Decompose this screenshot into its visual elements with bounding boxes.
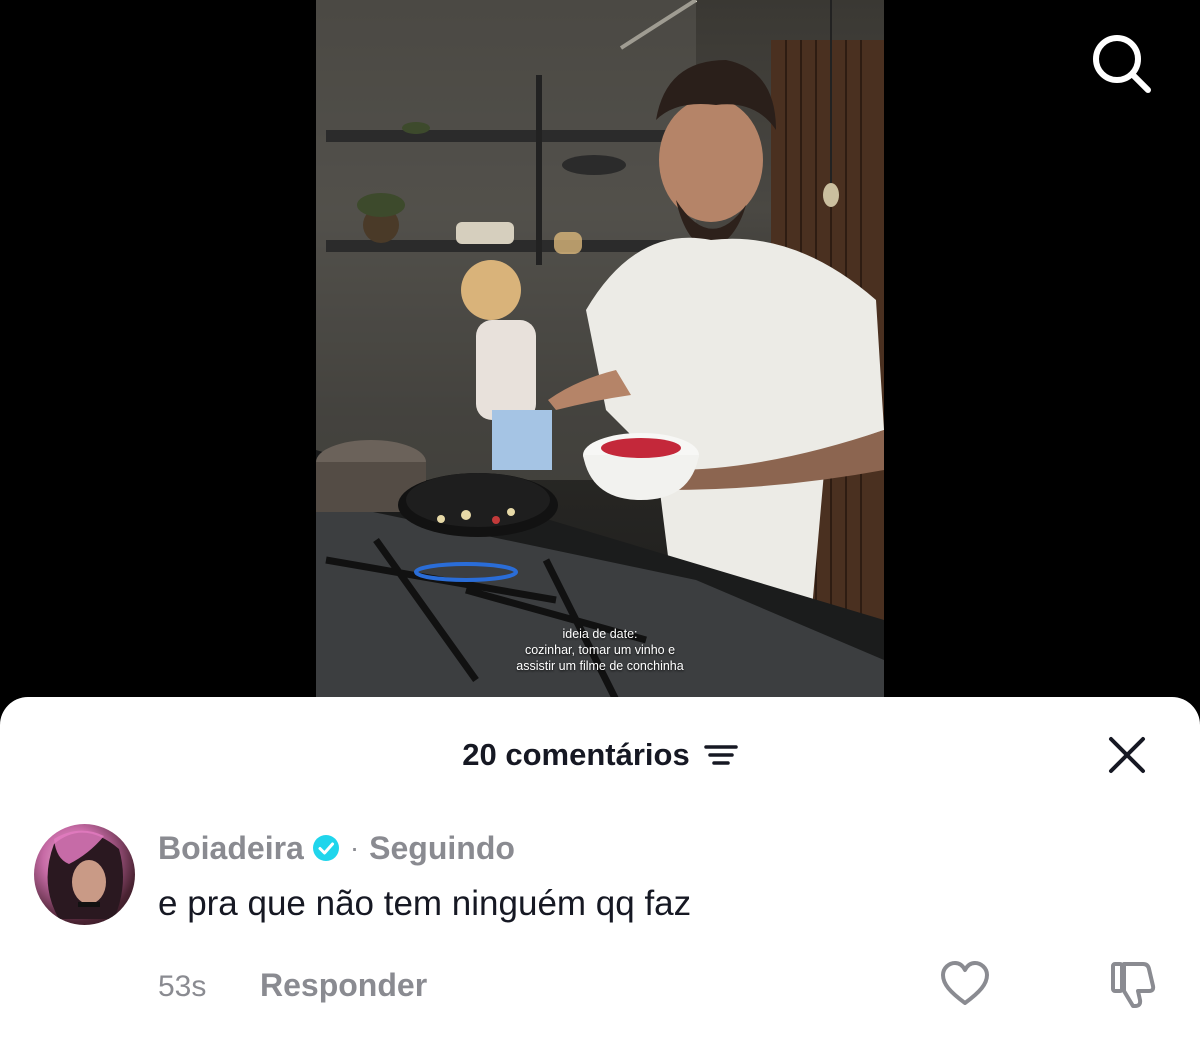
reply-button[interactable]: Responder [260, 967, 427, 1004]
caption-line: ideia de date: [562, 627, 638, 641]
verified-badge-icon [312, 835, 339, 861]
video-caption: ideia de date: cozinhar, tomar um vinho … [316, 626, 884, 674]
search-button[interactable] [1088, 30, 1154, 96]
search-icon [1093, 35, 1151, 93]
thumbs-down-icon [1111, 962, 1156, 1008]
comments-count-title: 20 comentários [462, 737, 690, 772]
heart-icon [941, 961, 989, 1005]
comments-sheet: 20 comentários Boiadeira · Seguindo e pr… [0, 697, 1200, 1038]
comment-text: e pra que não tem ninguém qq faz [158, 884, 692, 923]
close-icon [1109, 737, 1145, 773]
sort-button[interactable] [703, 743, 738, 767]
sort-icon [703, 745, 738, 765]
video-player[interactable]: ideia de date: cozinhar, tomar um vinho … [0, 0, 1200, 720]
avatar-image [47, 830, 123, 919]
comment-username[interactable]: Boiadeira [158, 830, 304, 867]
comment-item: Boiadeira · Seguindo e pra que não tem n… [34, 824, 1174, 1014]
video-scene [316, 0, 884, 700]
meta-separator: · [349, 832, 360, 863]
caption-line: cozinhar, tomar um vinho e [524, 643, 676, 657]
video-frame[interactable]: ideia de date: cozinhar, tomar um vinho … [316, 0, 884, 700]
like-button[interactable] [940, 960, 990, 1008]
avatar[interactable] [34, 824, 135, 925]
comment-meta: Boiadeira · Seguindo [158, 828, 515, 868]
close-button[interactable] [1107, 735, 1147, 775]
comments-header: 20 comentários [0, 733, 1200, 777]
caption-line: assistir um filme de conchinha [516, 659, 684, 673]
comment-time: 53s [158, 970, 207, 1003]
dislike-button[interactable] [1108, 960, 1158, 1010]
following-label: Seguindo [369, 829, 515, 866]
